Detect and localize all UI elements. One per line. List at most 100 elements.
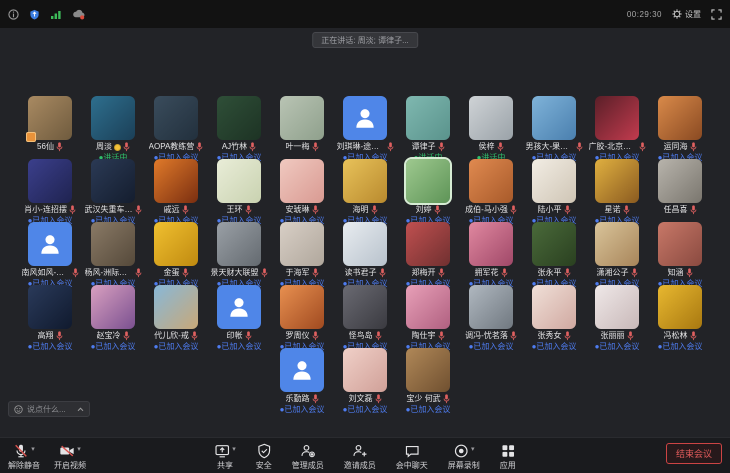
participant-tile[interactable]: 武汉失重车-一步●已加入会议: [84, 159, 142, 222]
participant-tile[interactable]: 陆小平●已加入会议: [525, 159, 583, 222]
settings-button[interactable]: 设置: [672, 9, 701, 20]
participant-tile[interactable]: 安琥琳●已加入会议: [273, 159, 331, 222]
toolbar-button-label: 解除静音: [8, 461, 40, 470]
participant-row: 肖小-连招摆●已加入会议武汉失重车-一步●已加入会议戚远●已加入会议王环●已加入…: [21, 159, 709, 222]
participant-tile[interactable]: 冯松林●已加入会议: [651, 285, 709, 348]
avatar: [91, 222, 135, 266]
participant-tile[interactable]: 成伯-马小强●已加入会议: [462, 159, 520, 222]
participant-name: 陆小平: [538, 205, 562, 215]
participant-tile[interactable]: 刘婷●已加入会议: [399, 159, 457, 222]
avatar: [154, 96, 198, 140]
participant-tile[interactable]: 潇湘公子●已加入会议: [588, 222, 646, 285]
participant-tile[interactable]: 于海军●已加入会议: [273, 222, 331, 285]
toolbar-button-invite-members[interactable]: 邀请成员: [344, 443, 376, 470]
participant-tile[interactable]: 知涵●已加入会议: [651, 222, 709, 285]
participant-tile[interactable]: 印帐●已加入会议: [210, 285, 268, 348]
mic-muted-icon: [576, 142, 583, 152]
participant-tile[interactable]: 代儿欣-戒●已加入会议: [147, 285, 205, 348]
participant-tile[interactable]: 乐勤路●已加入会议: [273, 348, 331, 411]
participant-tile[interactable]: 金蛋●已加入会议: [147, 222, 205, 285]
toolbar-button-share-screen[interactable]: ▾共享: [214, 443, 236, 470]
toolbar-button-label: 开启视频: [54, 461, 86, 470]
participant-name-row: 乐勤路: [286, 394, 319, 404]
caret-down-icon[interactable]: ▾: [31, 443, 35, 457]
avatar: [406, 159, 450, 203]
toolbar-button-mic-off[interactable]: ▾ 解除静音: [8, 443, 40, 470]
participant-tile[interactable]: 刘文磊●已加入会议: [336, 348, 394, 411]
participant-tile[interactable]: 南风如风-午阳●已加入会议: [21, 222, 79, 285]
mic-muted-icon: [510, 205, 517, 215]
topbar-controls: 00:29:30 设置: [627, 9, 722, 20]
participant-tile[interactable]: 任昌喜: [651, 159, 709, 222]
participant-name-row: 叶一梅: [286, 142, 319, 152]
mic-muted-icon: [686, 268, 693, 278]
mic-muted-icon: [312, 142, 319, 152]
participant-tile[interactable]: 戚远●已加入会议: [147, 159, 205, 222]
chat-quick-input[interactable]: 说点什么...: [8, 401, 90, 417]
participant-tile[interactable]: 侯梓●讲话中: [462, 96, 520, 159]
participant-tile[interactable]: 刘琪琳-途居洲际餐饮…●已加入会议: [336, 96, 394, 159]
avatar: [658, 96, 702, 140]
toolbar-button-manage-members[interactable]: 管理成员: [292, 443, 324, 470]
toolbar-button-security-shield[interactable]: 安全: [256, 443, 272, 470]
fullscreen-icon[interactable]: [711, 9, 722, 20]
participant-tile[interactable]: 星诺●已加入会议: [588, 159, 646, 222]
participant-tile[interactable]: 广胶-北京骑手体验●已加入会议: [588, 96, 646, 159]
info-icon[interactable]: [8, 9, 19, 20]
security-shield-icon[interactable]: [29, 9, 40, 20]
participant-name-row: 广胶-北京骑手体验: [589, 142, 646, 152]
chevron-up-icon[interactable]: [77, 407, 84, 412]
participant-name-row: 知涵: [668, 268, 693, 278]
participant-tile[interactable]: AJ竹林●已加入会议: [210, 96, 268, 159]
caret-down-icon[interactable]: ▾: [232, 443, 236, 457]
mic-muted-icon: [690, 205, 697, 215]
mic-muted-icon: [182, 205, 189, 215]
participant-tile[interactable]: 读书君子●已加入会议: [336, 222, 394, 285]
participant-name: 代儿欣-戒: [154, 331, 189, 341]
caret-down-icon[interactable]: ▾: [471, 443, 475, 457]
participant-tile[interactable]: 谭律子●讲话中: [399, 96, 457, 159]
mic-muted-icon: [72, 268, 79, 278]
toolbar-button-camera-off[interactable]: ▾ 开启视频: [54, 443, 86, 470]
mic-muted-icon: [379, 268, 386, 278]
participant-tile[interactable]: 海明●已加入会议: [336, 159, 394, 222]
participant-name-row: 刘婷: [416, 205, 441, 215]
participant-tile[interactable]: 肖小-连招摆●已加入会议: [21, 159, 79, 222]
participant-tile[interactable]: 拥军花●已加入会议: [462, 222, 520, 285]
caret-down-icon[interactable]: ▾: [77, 443, 81, 457]
participant-name-row: 于海军: [286, 268, 319, 278]
mic-muted-icon: [497, 142, 504, 152]
participant-tile[interactable]: 赵宝冷●已加入会议: [84, 285, 142, 348]
network-signal-icon[interactable]: [50, 9, 62, 20]
participant-tile[interactable]: 杨风-洲际酒店●已加入会议: [84, 222, 142, 285]
avatar: [406, 348, 450, 392]
toolbar-button-chat[interactable]: 会中聊天: [396, 443, 428, 470]
mic-muted-icon: [438, 268, 445, 278]
participant-tile[interactable]: 56仙: [21, 96, 79, 159]
participant-name: 刘文磊: [349, 394, 373, 404]
participant-tile[interactable]: 张永平●已加入会议: [525, 222, 583, 285]
participant-tile[interactable]: 景天财大联盟●已加入会议: [210, 222, 268, 285]
end-meeting-button[interactable]: 结束会议: [666, 443, 722, 464]
participant-tile[interactable]: 叶一梅: [273, 96, 331, 159]
avatar: [532, 285, 576, 329]
participant-tile[interactable]: 怪鸟岛●已加入会议: [336, 285, 394, 348]
participant-name-row: 南风如风-午阳: [22, 268, 79, 278]
cloud-record-icon[interactable]: [72, 9, 85, 20]
participant-tile[interactable]: 男孩大-果怡文●已加入会议: [525, 96, 583, 159]
participant-tile[interactable]: 罗周仪●已加入会议: [273, 285, 331, 348]
participant-tile[interactable]: 调冯-忧茗落●已加入会议: [462, 285, 520, 348]
participant-tile[interactable]: 陶仕宇●已加入会议: [399, 285, 457, 348]
toolbar-button-apps[interactable]: 应用: [500, 443, 516, 470]
participant-tile[interactable]: 张丽丽●已加入会议: [588, 285, 646, 348]
participant-tile[interactable]: 张秀女●已加入会议: [525, 285, 583, 348]
toolbar-button-record[interactable]: ▾屏幕录制: [448, 443, 480, 470]
participant-tile[interactable]: 周淡●讲话中: [84, 96, 142, 159]
participant-tile[interactable]: 高翔●已加入会议: [21, 285, 79, 348]
participant-tile[interactable]: 宝少 何武●已加入会议: [399, 348, 457, 411]
participant-tile[interactable]: 郑梅开●已加入会议: [399, 222, 457, 285]
avatar: [343, 285, 387, 329]
participant-tile[interactable]: AOPA教练营●已加入会议: [147, 96, 205, 159]
participant-tile[interactable]: 运同海●已加入会议: [651, 96, 709, 159]
participant-tile[interactable]: 王环●已加入会议: [210, 159, 268, 222]
